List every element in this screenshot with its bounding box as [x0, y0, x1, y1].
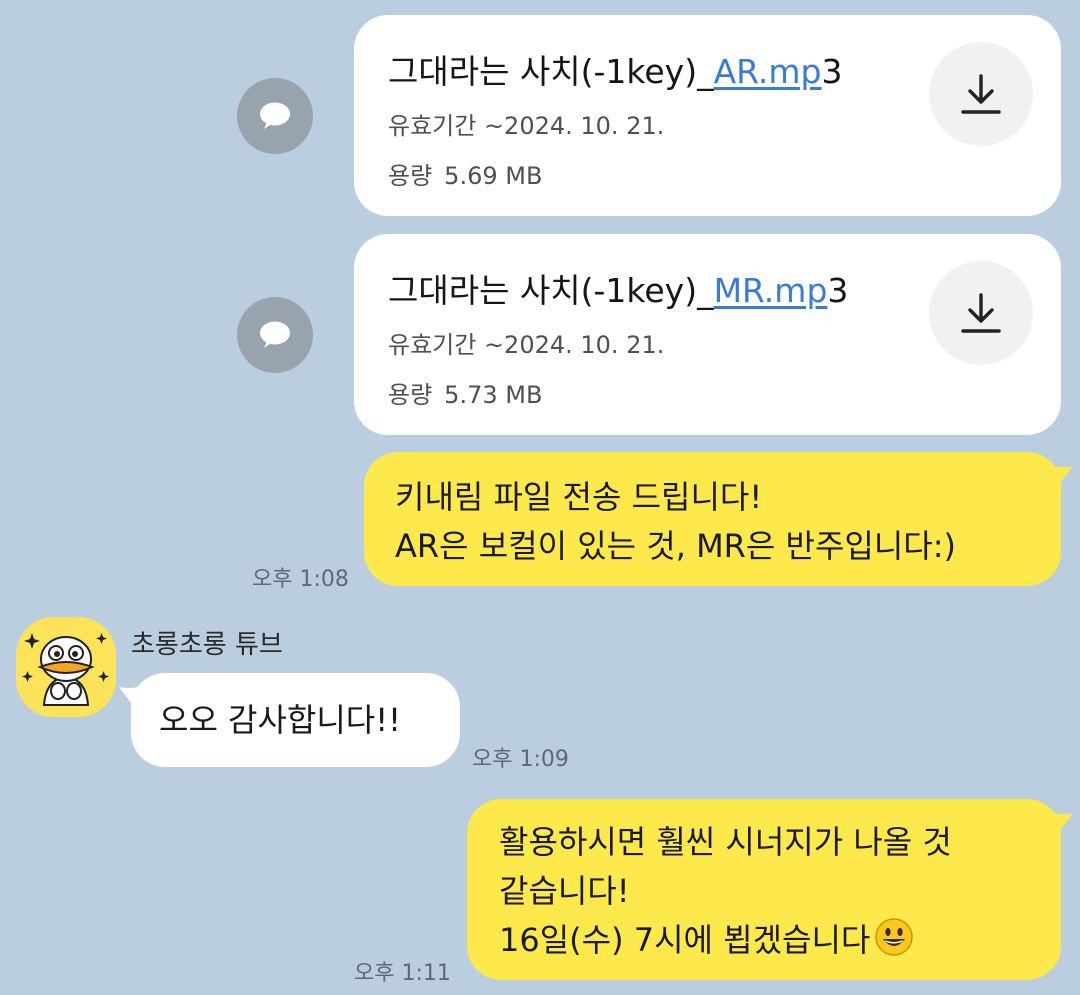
comment-button[interactable] [237, 78, 313, 154]
grinning-face-emoji [874, 917, 914, 971]
message-bubble-outgoing[interactable]: 키내림 파일 전송 드립니다! AR은 보컬이 있는 것, MR은 반주입니다:… [364, 452, 1073, 586]
message-text-line: 16일(수) 7시에 뵙겠습니다 [499, 921, 871, 959]
message-text-line: AR은 보컬이 있는 것, MR은 반주입니다:) [395, 527, 956, 565]
file-size: 용량 5.73 MB [388, 375, 542, 410]
message-time: 오후 1:11 [354, 961, 451, 986]
file-name-suffix: 3 [821, 52, 843, 91]
file-name-prefix: 그대라는 사치(-1key)_ [388, 271, 714, 310]
file-size: 용량 5.69 MB [388, 156, 542, 191]
file-card[interactable]: 그대라는 사치(-1key)_MR.mp3 유효기간 ~2024. 10. 21… [354, 234, 1061, 435]
download-button[interactable] [929, 42, 1033, 146]
bubble-tail [1053, 466, 1073, 488]
file-size-label: 용량 [388, 381, 433, 409]
download-icon [961, 74, 1001, 114]
file-size-value: 5.73 MB [444, 381, 543, 409]
comment-icon [260, 102, 290, 129]
message-bubble-outgoing[interactable]: 활용하시면 훨씬 시너지가 나올 것 같습니다! 16일(수) 7시에 뵙겠습니… [467, 799, 1073, 980]
file-expiry: 유효기간 ~2024. 10. 21. [388, 331, 665, 359]
message-text-line: 활용하시면 훨씬 시너지가 나올 것 [499, 823, 952, 861]
message-text-line: 같습니다! [499, 872, 630, 910]
file-expiry: 유효기간 ~2024. 10. 21. [388, 112, 665, 140]
comment-button[interactable] [237, 297, 313, 373]
comment-icon [260, 321, 290, 348]
download-icon [961, 293, 1001, 333]
avatar-duck-icon [16, 617, 116, 717]
message-time: 오후 1:08 [252, 567, 349, 592]
file-size-label: 용량 [388, 162, 433, 190]
file-name-prefix: 그대라는 사치(-1key)_ [388, 52, 714, 91]
file-name: 그대라는 사치(-1key)_MR.mp3 [388, 264, 848, 312]
download-button[interactable] [929, 261, 1033, 365]
bubble-tail [1053, 813, 1073, 835]
avatar[interactable] [16, 617, 116, 717]
file-name-link[interactable]: AR.mp [714, 52, 822, 91]
message-bubble-incoming[interactable]: 오오 감사합니다!! [119, 673, 460, 767]
file-card[interactable]: 그대라는 사치(-1key)_AR.mp3 유효기간 ~2024. 10. 21… [354, 15, 1061, 216]
file-name-link[interactable]: MR.mp [714, 271, 828, 310]
file-name-suffix: 3 [827, 271, 849, 310]
sender-name: 초롱초롱 튜브 [131, 630, 283, 660]
message-text-line: 키내림 파일 전송 드립니다! [395, 478, 763, 516]
message-time: 오후 1:09 [472, 747, 569, 772]
file-name: 그대라는 사치(-1key)_AR.mp3 [388, 45, 843, 93]
bubble-tail [119, 687, 139, 709]
file-size-value: 5.69 MB [444, 162, 543, 190]
message-text: 오오 감사합니다!! [159, 701, 401, 739]
